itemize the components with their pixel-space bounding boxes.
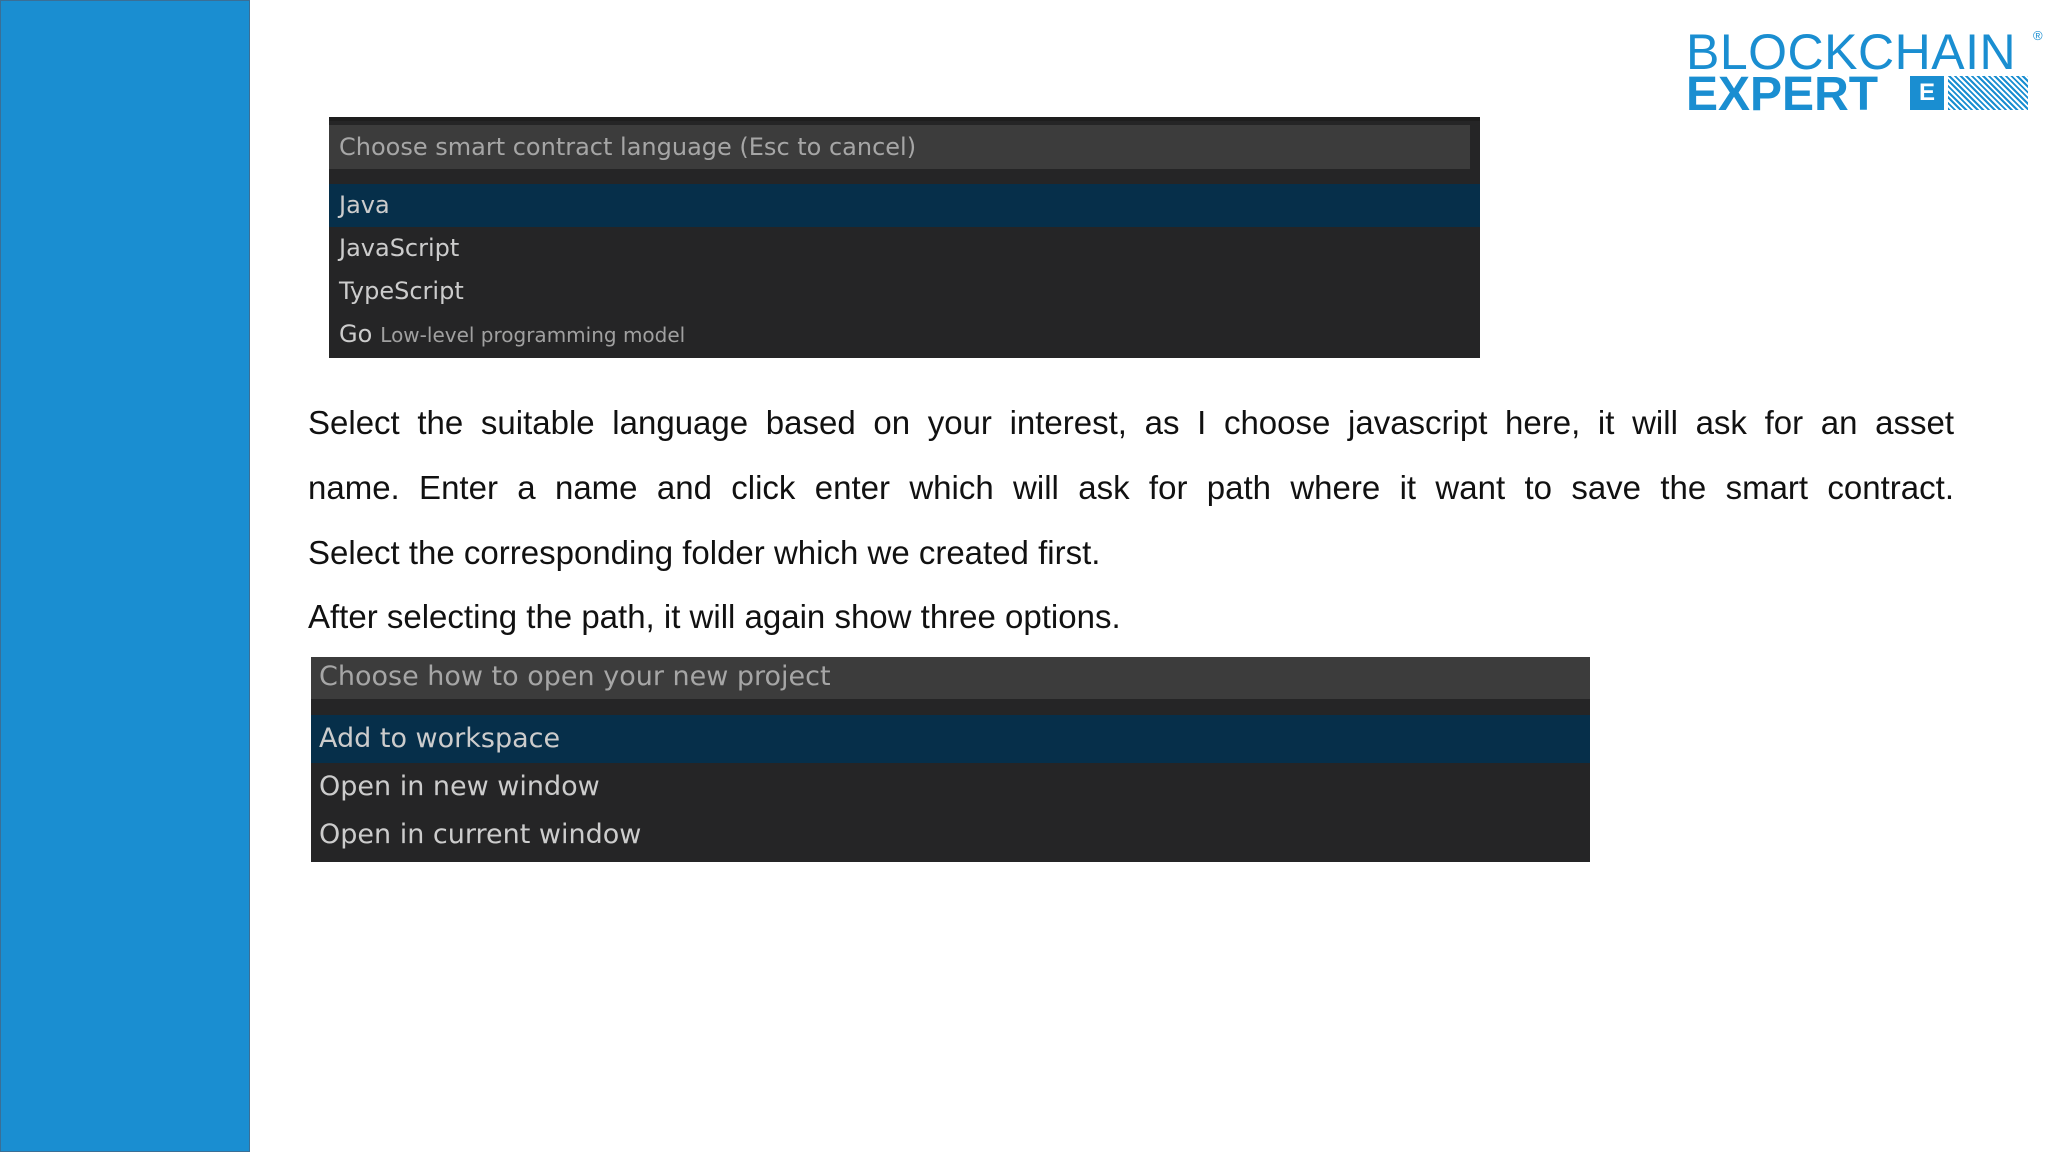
language-option-go[interactable]: Go Low-level programming model	[329, 313, 1480, 356]
option-label: JavaScript	[339, 234, 460, 262]
left-accent-bar	[0, 0, 250, 1152]
option-label: TypeScript	[339, 277, 464, 305]
language-picker-input[interactable]: Choose smart contract language (Esc to c…	[329, 125, 1470, 169]
open-project-quick-pick: Choose how to open your new project Add …	[311, 657, 1590, 862]
option-label: Java	[339, 191, 390, 219]
logo-wordmark-bottom: EXPERT	[1686, 68, 1879, 121]
language-option-java[interactable]: Java	[329, 184, 1480, 227]
blockchain-expert-logo: BLOCKCHAIN ® EXPERT E	[1686, 26, 2046, 120]
open-picker-input[interactable]: Choose how to open your new project	[311, 657, 1590, 699]
open-option-current-window[interactable]: Open in current window	[311, 811, 1590, 859]
language-option-javascript[interactable]: JavaScript	[329, 227, 1480, 270]
logo-registered-mark: ®	[2033, 28, 2043, 43]
logo-hatch-pattern	[1948, 76, 2028, 110]
body-text-line-4: After selecting the path, it will again …	[308, 598, 1121, 635]
open-option-add-to-workspace[interactable]: Add to workspace	[311, 715, 1590, 763]
body-text-line-2: name. Enter a name and click enter which…	[308, 469, 1954, 506]
option-label: Go	[339, 320, 373, 348]
body-text-line-3: Select the corresponding folder which we…	[308, 534, 1101, 571]
open-option-new-window[interactable]: Open in new window	[311, 763, 1590, 811]
body-text-line-1: Select the suitable language based on yo…	[308, 404, 1954, 441]
logo-e-badge-icon: E	[1910, 76, 1944, 110]
language-quick-pick: Choose smart contract language (Esc to c…	[329, 117, 1480, 358]
option-description: Low-level programming model	[380, 323, 686, 347]
language-option-typescript[interactable]: TypeScript	[329, 270, 1480, 313]
